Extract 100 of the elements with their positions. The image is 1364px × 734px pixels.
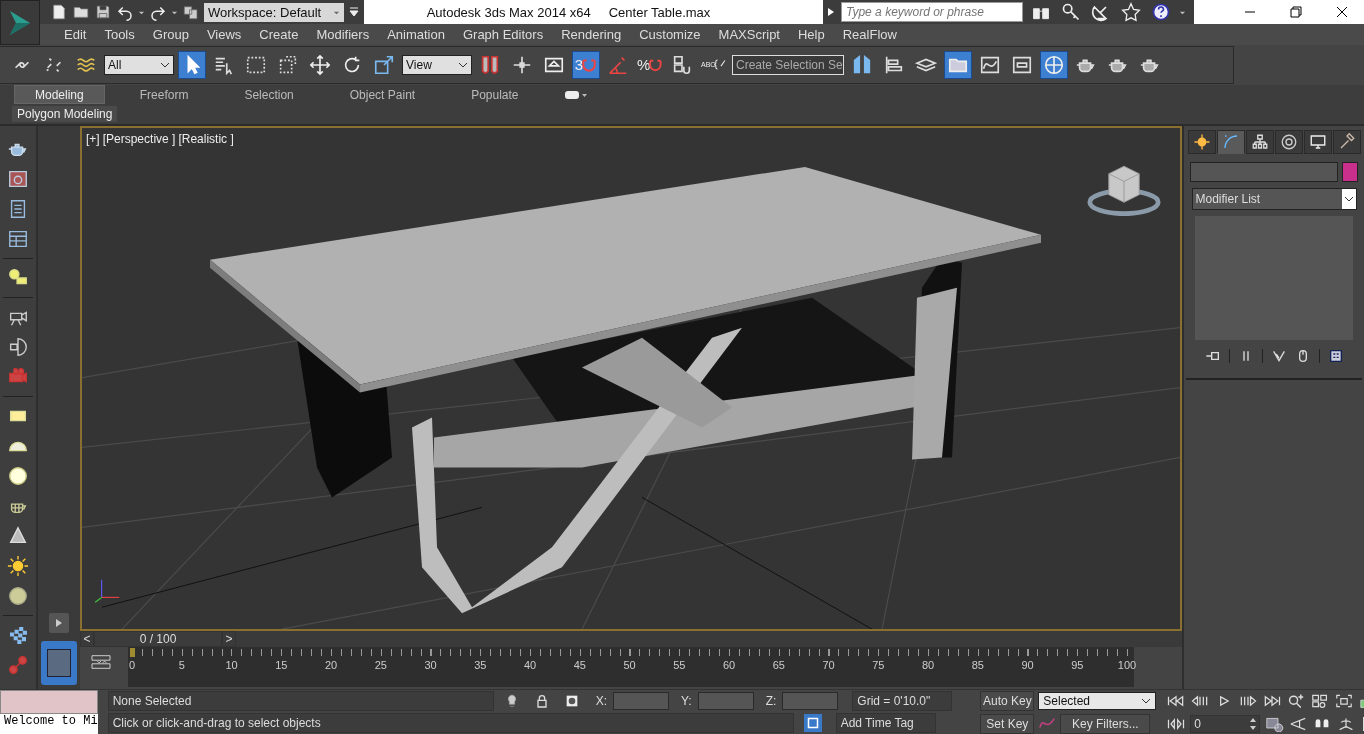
menu-item[interactable]: Views: [197, 27, 251, 42]
chevron-icon: [458, 61, 468, 68]
x-coordinate-field[interactable]: [612, 692, 669, 710]
y-coordinate-field[interactable]: [697, 692, 754, 710]
command-panel-tab[interactable]: [1216, 129, 1245, 154]
previous-frame-button[interactable]: <: [80, 631, 94, 647]
toolbar-button[interactable]: 3: [572, 50, 600, 79]
current-frame-field[interactable]: 0: [1190, 714, 1261, 733]
workspace-dropdown[interactable]: Workspace: Default: [204, 2, 344, 22]
coordinate-label: Y:: [680, 694, 692, 708]
script-listener-output[interactable]: Welcome to Mi: [0, 714, 98, 734]
window-title: Autodesk 3ds Max 2014 x64: [426, 4, 591, 20]
toolbar-button[interactable]: [944, 50, 972, 79]
key-mode-dropdown[interactable]: Selected: [1038, 691, 1157, 710]
star-icon[interactable]: [1121, 2, 1141, 22]
frame-number: 30: [424, 659, 437, 671]
menu-item[interactable]: RealFlow: [833, 27, 906, 42]
chevron-icon: [1343, 195, 1354, 202]
dropdown[interactable]: All: [104, 54, 174, 75]
frame-number: 45: [573, 659, 586, 671]
pivot-icon: [479, 53, 501, 76]
menu-item[interactable]: Create: [250, 27, 308, 42]
dropdown[interactable]: Create Selection Se: [732, 54, 844, 75]
menu-item[interactable]: Graph Editors: [453, 27, 553, 42]
app-logo-button[interactable]: [0, 0, 40, 45]
close-icon[interactable]: [1336, 6, 1348, 18]
restore-icon[interactable]: [1290, 6, 1302, 18]
time-slider-track[interactable]: < 0 / 100 >: [80, 631, 1182, 647]
menu-item[interactable]: Tools: [95, 27, 144, 42]
expand-button[interactable]: [49, 613, 69, 633]
dropdown[interactable]: View: [402, 54, 472, 75]
magnet-icon: [581, 56, 598, 73]
selection-status: None Selected: [107, 691, 494, 711]
time-slider-thumb[interactable]: < 0 / 100 >: [80, 631, 236, 647]
search-field[interactable]: Type a keyword or phrase: [841, 2, 1023, 22]
object-name-field[interactable]: [1190, 161, 1338, 182]
command-panel-tab[interactable]: [1245, 129, 1274, 154]
toolbar-button[interactable]: [178, 50, 206, 79]
save-icon[interactable]: [94, 3, 112, 21]
key-icon[interactable]: [1061, 2, 1081, 22]
script-listener-field[interactable]: [0, 690, 98, 714]
viewport-label[interactable]: [Perspective ]: [102, 131, 176, 146]
ribbon-options-icon[interactable]: [563, 88, 588, 101]
modifier-list-dropdown[interactable]: Modifier List: [1191, 187, 1357, 210]
ribbon-tab[interactable]: Selection: [223, 85, 315, 105]
menu-item[interactable]: Edit: [55, 27, 96, 42]
ribbon-panel-label[interactable]: Polygon Modeling: [12, 106, 118, 123]
menu-item[interactable]: Group: [143, 27, 198, 42]
zoom-extents-icon[interactable]: [1334, 692, 1355, 709]
track-bar-icon[interactable]: [90, 653, 112, 671]
command-panel-tab[interactable]: [1332, 129, 1361, 154]
menu-item[interactable]: Modifiers: [307, 27, 379, 42]
menu-item[interactable]: Animation: [378, 27, 454, 42]
sphere-icon[interactable]: [7, 584, 29, 607]
command-panel-tab[interactable]: [1303, 129, 1332, 154]
ribbon-tab[interactable]: Modeling: [14, 85, 105, 105]
configure-icon[interactable]: [1327, 347, 1344, 364]
z-coordinate-field[interactable]: [782, 692, 839, 710]
sun-icon[interactable]: [7, 554, 29, 577]
toolbar-button[interactable]: %: [636, 50, 664, 79]
project-folder-icon[interactable]: [182, 3, 200, 21]
ribbon-tab[interactable]: Freeform: [118, 85, 210, 105]
time-configuration-icon[interactable]: [1264, 715, 1285, 732]
new-file-icon[interactable]: [50, 3, 68, 21]
monitor-icon: [1308, 132, 1327, 151]
menu-item[interactable]: Help: [789, 27, 834, 42]
expand-arrow-icon[interactable]: [827, 7, 835, 17]
menu-item[interactable]: Customize: [630, 27, 710, 42]
ribbon-tab[interactable]: Populate: [450, 85, 540, 105]
scale-icon: [373, 53, 395, 76]
viewport[interactable]: [+] [Perspective ] [Realistic ]: [80, 125, 1182, 631]
track-bar[interactable]: 0 5 10 15 20 25 30 35 40 45 50 55 60 65 70 75 80 85 90 95 100: [128, 647, 1134, 687]
frame-number: 95: [1071, 659, 1084, 671]
help-icon[interactable]: [1151, 2, 1171, 22]
frame-number: 80: [921, 659, 935, 671]
menu-item[interactable]: Rendering: [552, 27, 631, 42]
crossing-icon: [277, 53, 299, 76]
add-time-tag-field[interactable]: Add Time Tag: [835, 713, 936, 733]
circle-icon[interactable]: [7, 464, 29, 487]
key-filters-button[interactable]: Key Filters...: [1060, 713, 1151, 734]
mini-curve-editor-button[interactable]: [41, 641, 77, 685]
menu-caret-icon[interactable]: [348, 6, 360, 18]
spinner-snap-icon: [671, 53, 693, 76]
time-tag-icon[interactable]: [803, 714, 822, 732]
viewport-label[interactable]: [Realistic ]: [178, 131, 234, 146]
command-panel-tab[interactable]: [1274, 129, 1303, 154]
frame-number: 90: [1021, 659, 1034, 671]
frame-marker[interactable]: [130, 648, 135, 657]
menu-item[interactable]: MAXScript: [709, 27, 789, 42]
frame-number: 35: [474, 659, 487, 671]
object-color-swatch[interactable]: [1342, 161, 1358, 182]
viewport-label[interactable]: [+]: [86, 131, 100, 146]
toolbar-button[interactable]: [1040, 50, 1068, 79]
command-panel-tab[interactable]: [1187, 129, 1216, 154]
frame-number: 75: [872, 659, 885, 671]
target-icon: [1279, 132, 1298, 151]
ribbon-tab[interactable]: Object Paint: [328, 85, 437, 105]
set-key-button[interactable]: Set Key: [980, 713, 1035, 734]
next-frame-button[interactable]: >: [222, 631, 236, 647]
auto-key-button[interactable]: Auto Key: [980, 690, 1035, 711]
